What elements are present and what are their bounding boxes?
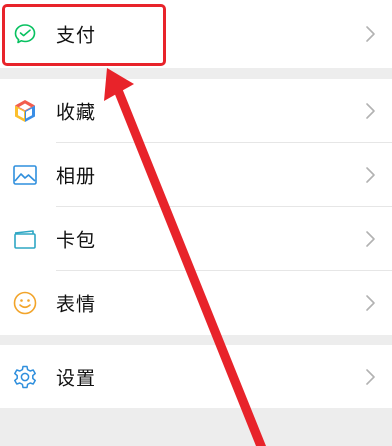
card-wallet-icon: [12, 226, 38, 252]
settings-group: 设置: [0, 345, 392, 408]
menu-item-album-label: 相册: [56, 165, 97, 188]
chevron-right-icon: [364, 230, 376, 248]
menu-item-settings-label: 设置: [56, 367, 97, 389]
menu-item-favorites-label: 收藏: [56, 101, 97, 124]
menu-item-album[interactable]: 相册: [0, 143, 392, 207]
menu-item-settings[interactable]: 设置: [0, 345, 392, 408]
album-image-icon: [12, 162, 38, 188]
main-group: 收藏 相册 卡包 表情: [0, 79, 392, 335]
gear-icon: [12, 364, 38, 390]
menu-item-stickers-label: 表情: [56, 293, 97, 316]
wechat-pay-icon: [12, 21, 38, 47]
pay-group: 支付: [0, 0, 392, 68]
menu-item-stickers[interactable]: 表情: [0, 271, 392, 335]
chevron-right-icon: [364, 166, 376, 184]
menu-item-cards-label: 卡包: [56, 229, 97, 252]
me-menu-screen: 支付 收藏 相册 卡包 表情 设置: [0, 0, 392, 446]
chevron-right-icon: [364, 368, 376, 386]
chevron-right-icon: [364, 294, 376, 312]
favorites-cube-icon: [12, 98, 38, 124]
menu-item-favorites[interactable]: 收藏: [0, 79, 392, 143]
menu-item-pay[interactable]: 支付: [0, 0, 392, 68]
chevron-right-icon: [364, 25, 376, 43]
chevron-right-icon: [364, 102, 376, 120]
menu-item-cards[interactable]: 卡包: [0, 207, 392, 271]
smile-emoji-icon: [12, 290, 38, 316]
menu-item-pay-label: 支付: [56, 24, 97, 47]
